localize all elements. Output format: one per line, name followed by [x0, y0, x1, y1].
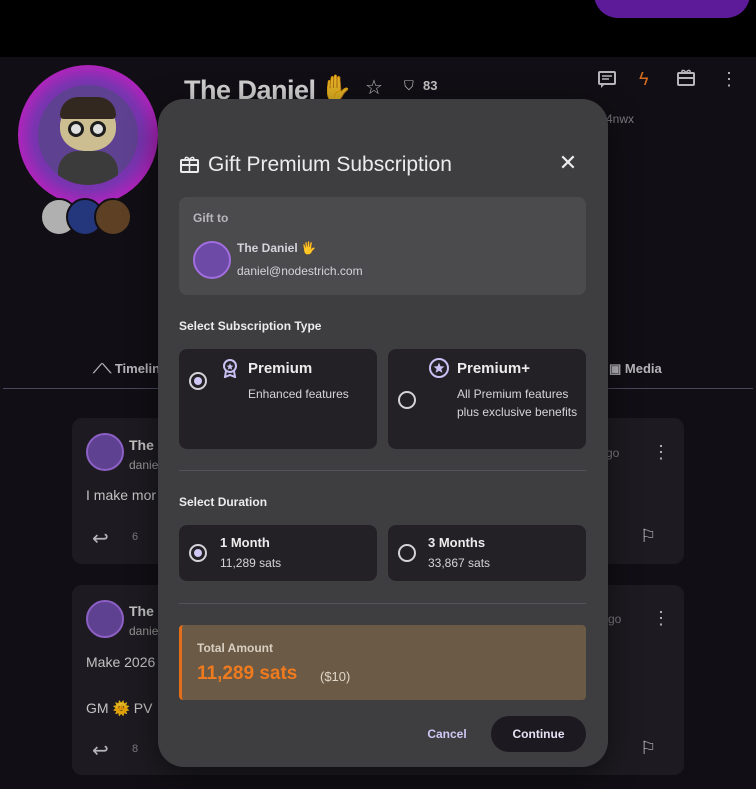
total-usd: ($10)	[320, 669, 351, 684]
badge-icon	[221, 358, 239, 383]
total-amount: 11,289 sats	[197, 663, 298, 684]
radio-premium[interactable]	[189, 372, 207, 390]
option-premium-plus-desc: All Premium features plus exclusive bene…	[457, 387, 578, 419]
radio-3-months[interactable]	[398, 544, 416, 562]
total-amount-box: Total Amount 11,289 sats ($10)	[179, 625, 586, 700]
option-3-months[interactable]: 3 Months 33,867 sats	[388, 525, 586, 581]
star-badge-icon	[429, 358, 449, 383]
option-premium-title: Premium	[248, 360, 313, 377]
total-label: Total Amount	[197, 641, 273, 655]
recipient-name: The Daniel 🖐	[237, 241, 316, 255]
radio-1-month[interactable]	[189, 544, 207, 562]
option-1-month[interactable]: 1 Month 11,289 sats	[179, 525, 377, 581]
close-button[interactable]: ✕	[556, 151, 580, 175]
duration-label: Select Duration	[179, 495, 268, 509]
option-3-months-price: 33,867 sats	[428, 556, 491, 570]
option-premium[interactable]: Premium Enhanced features	[179, 349, 377, 449]
continue-button[interactable]: Continue	[491, 716, 586, 752]
option-1-month-title: 1 Month	[220, 535, 270, 550]
avatar	[193, 241, 231, 279]
divider	[179, 470, 586, 471]
subscription-type-label: Select Subscription Type	[179, 319, 322, 333]
gift-icon	[180, 156, 199, 173]
option-premium-plus[interactable]: Premium+ All Premium features plus exclu…	[388, 349, 586, 449]
dialog-title: Gift Premium Subscription	[208, 153, 452, 176]
option-premium-plus-title: Premium+	[457, 360, 530, 377]
gift-recipient-card: Gift to The Daniel 🖐 daniel@nodestrich.c…	[179, 197, 586, 295]
option-premium-desc: Enhanced features	[248, 387, 349, 401]
gift-premium-dialog: Gift Premium Subscription ✕ Gift to The …	[158, 99, 608, 767]
option-1-month-price: 11,289 sats	[220, 556, 282, 570]
option-3-months-title: 3 Months	[428, 535, 486, 550]
gift-to-label: Gift to	[193, 211, 229, 225]
radio-premium-plus[interactable]	[398, 391, 416, 409]
cancel-button[interactable]: Cancel	[412, 716, 482, 752]
recipient-email: daniel@nodestrich.com	[237, 264, 363, 278]
divider	[179, 603, 586, 604]
